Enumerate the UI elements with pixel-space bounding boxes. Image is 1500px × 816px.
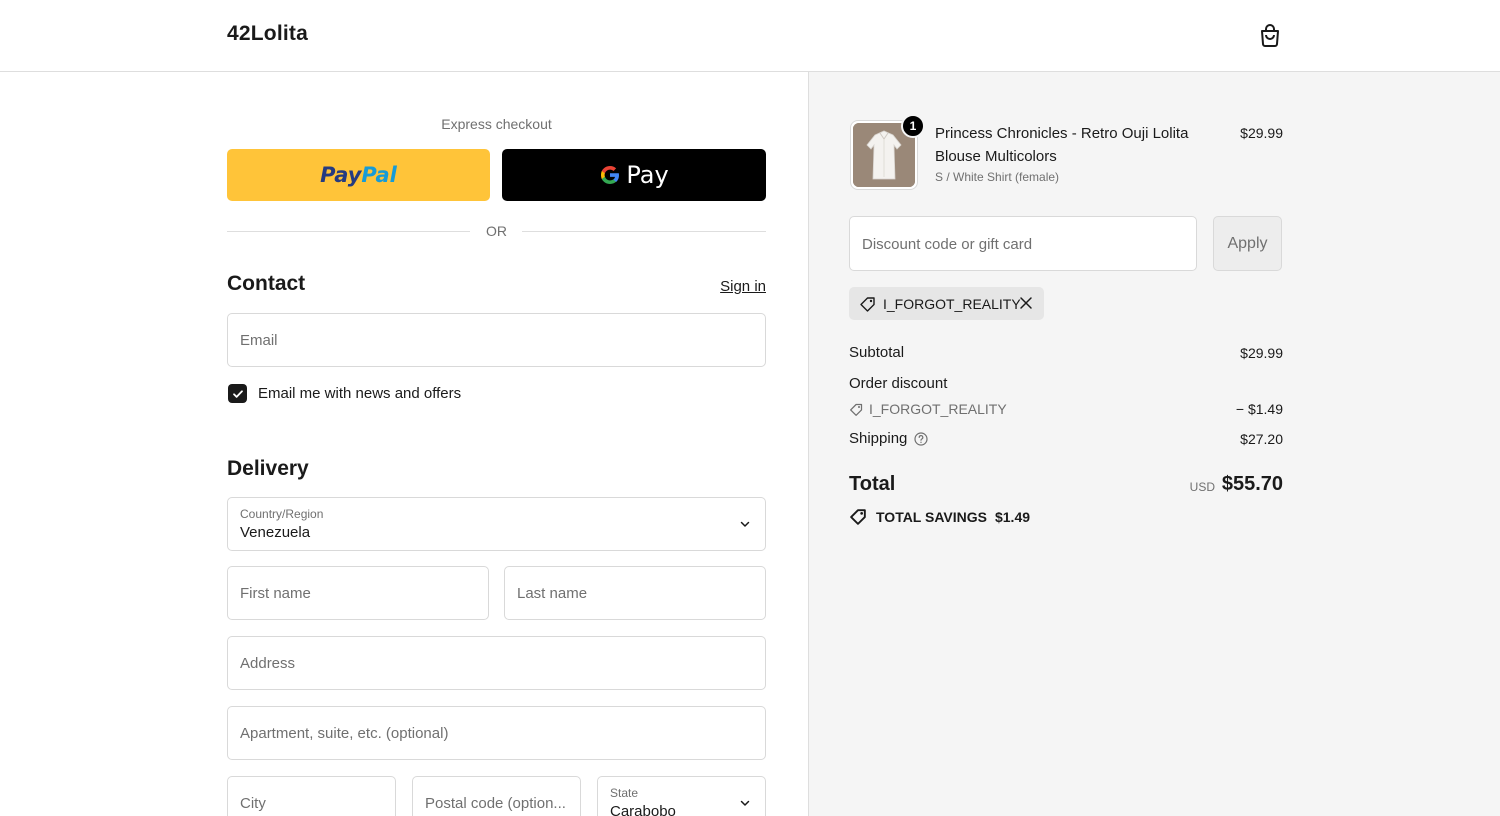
first-name-field[interactable]: First name [227,566,489,620]
subtotal-label: Subtotal [849,344,905,361]
discount-placeholder: Discount code or gift card [862,236,1033,253]
first-name-placeholder: First name [240,585,311,602]
savings-value: $1.49 [994,508,1031,525]
total-label: Total [849,473,896,495]
news-checkbox-label: Email me with news and offers [258,385,462,402]
country-label: Country/Region [240,507,324,521]
country-select[interactable]: Country/Region Venezuela [227,497,766,551]
applied-discount-chip: I_FORGOT_REALITY [849,287,1044,320]
apply-button[interactable]: Apply [1213,216,1282,271]
tag-icon [850,509,866,525]
shipping-value: $27.20 [1240,431,1283,447]
help-circle-icon[interactable] [914,431,928,446]
divider-line-right [522,231,766,232]
apartment-field[interactable]: Apartment, suite, etc. (optional) [227,706,766,760]
city-placeholder: City [240,795,266,812]
google-g-icon [601,166,620,184]
country-value: Venezuela [240,524,311,541]
header: 42Lolita [0,0,1500,72]
email-field[interactable]: Email [227,313,766,367]
shipping-label-row: Shipping [849,430,928,447]
state-label: State [610,786,639,800]
delivery-title: Delivery [227,457,309,480]
discount-code-input[interactable]: Discount code or gift card [849,216,1197,271]
chevron-down-icon [740,521,750,527]
subtotal-value: $29.99 [1240,345,1283,361]
savings-label: TOTAL SAVINGS [876,508,987,525]
order-discount-value: − $1.49 [1235,401,1283,417]
order-discount-code: I_FORGOT_REALITY [849,401,1007,417]
state-select[interactable]: State Carabobo [597,776,766,816]
sign-in-link[interactable]: Sign in [700,278,766,295]
remove-code-icon[interactable] [1019,296,1033,310]
last-name-field[interactable]: Last name [504,566,766,620]
google-pay-label: Pay [626,161,669,189]
or-divider: OR [227,222,766,242]
order-discount-label: Order discount [849,375,948,392]
address-placeholder: Address [240,655,296,672]
news-checkbox[interactable] [228,384,247,403]
apartment-placeholder: Apartment, suite, etc. (optional) [240,725,449,742]
brand-logo[interactable]: 42Lolita [227,22,308,46]
shopping-bag-icon[interactable] [1257,22,1283,48]
tag-icon [860,297,875,312]
total-value: $55.70 [1221,473,1283,495]
google-pay-button[interactable]: Pay [502,149,766,201]
chevron-down-icon [740,800,750,806]
total-savings: TOTAL SAVINGS $1.49 [849,507,1030,526]
applied-code-text: I_FORGOT_REALITY [883,296,1021,312]
product-variant: S / White Shirt (female) [935,170,1060,184]
city-field[interactable]: City [227,776,396,816]
last-name-placeholder: Last name [517,585,588,602]
tag-icon [850,403,863,416]
postal-code-field[interactable]: Postal code (option... [412,776,581,816]
order-discount-code-text: I_FORGOT_REALITY [869,401,1007,417]
email-placeholder: Email [240,332,278,349]
postal-code-placeholder: Postal code (option... [425,795,566,812]
paypal-logo-part-2: Pal [361,163,397,187]
checkmark-icon [232,389,243,398]
state-value: Carabobo [610,803,676,816]
product-name: Princess Chronicles - Retro Ouji Lolita … [935,125,1189,165]
contact-title: Contact [227,272,306,295]
paypal-logo-part-1: Pay [320,163,362,187]
address-field[interactable]: Address [227,636,766,690]
total-currency: USD [1189,480,1215,494]
express-checkout-label: Express checkout [441,116,552,132]
quantity-badge: 1 [901,114,925,138]
paypal-button[interactable]: Pay Pal [227,149,490,201]
shipping-label: Shipping [849,430,908,447]
product-price: $29.99 [1240,125,1283,141]
